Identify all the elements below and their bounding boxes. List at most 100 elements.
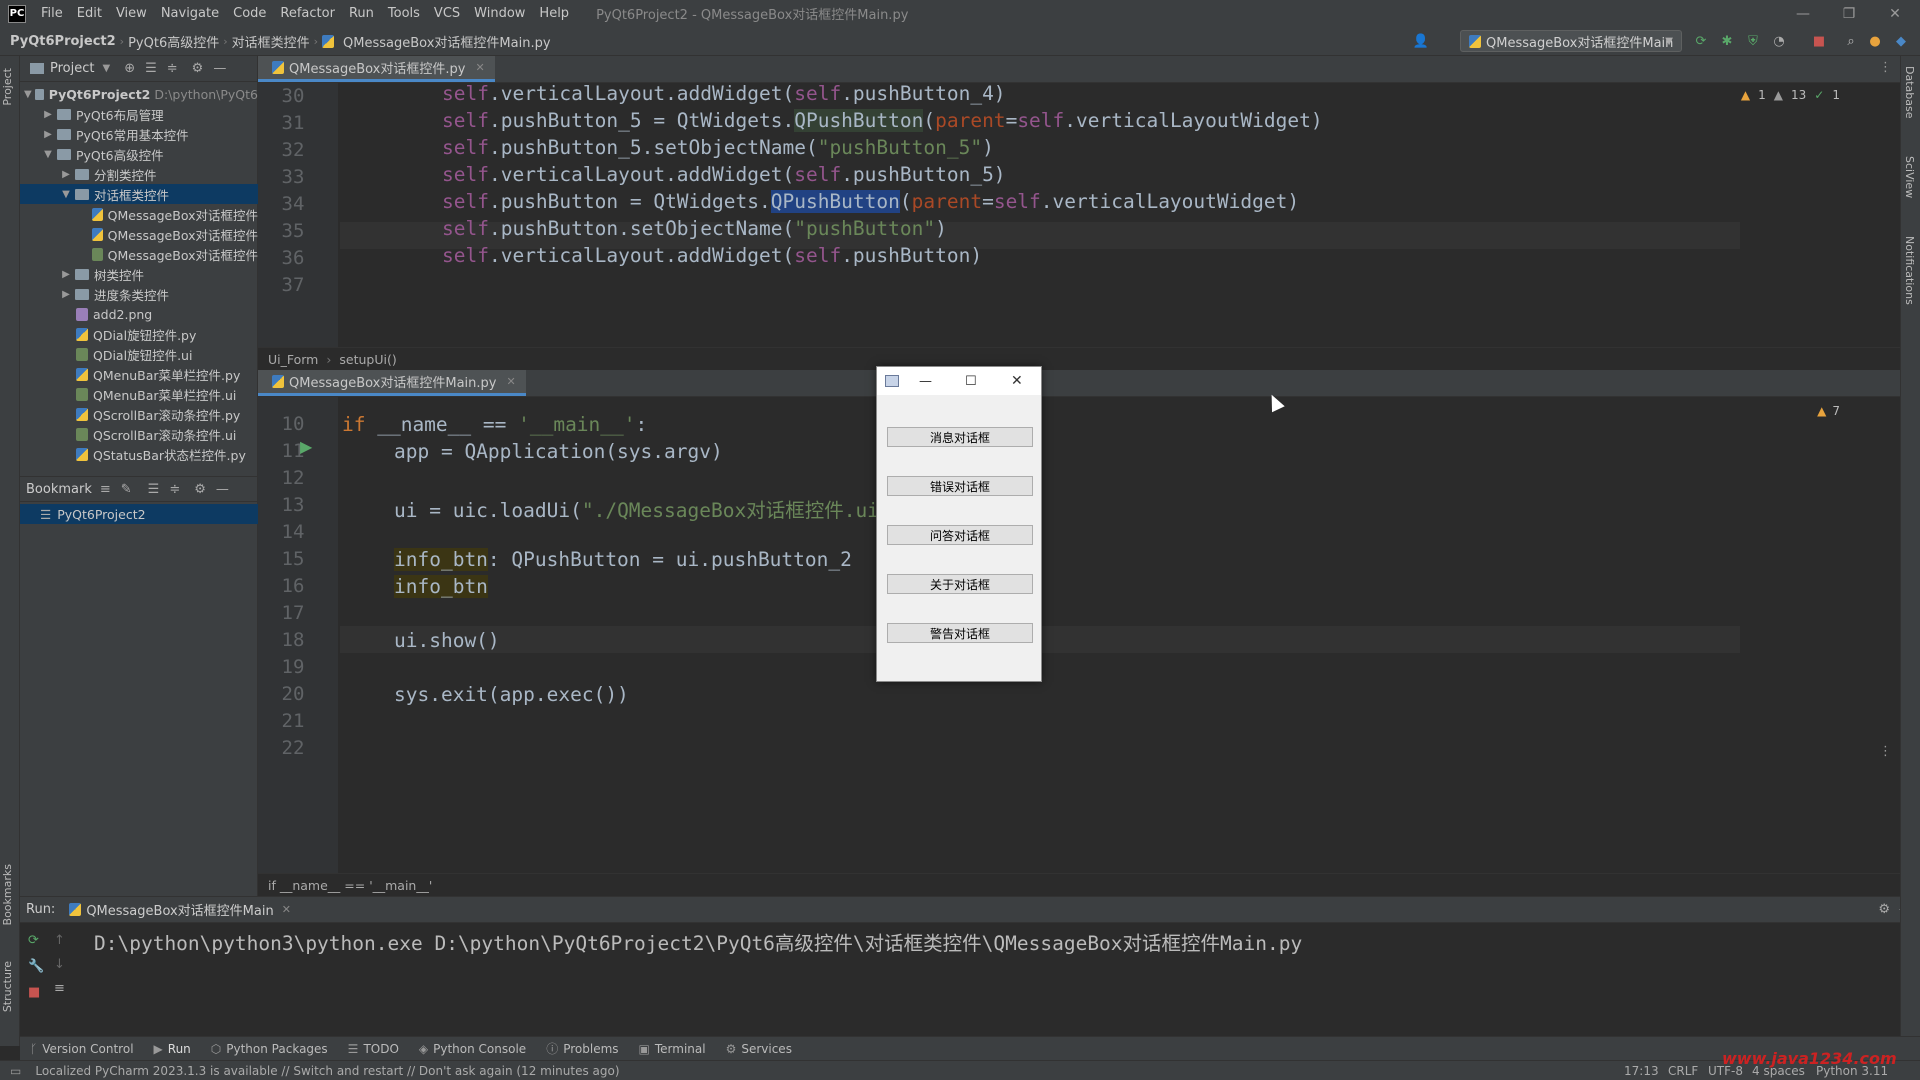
more-icon[interactable]: ⋮ [1879,744,1892,759]
chevron-down-icon[interactable]: ▼ [24,89,32,100]
bookmark-list-item[interactable]: ☰ PyQt6Project2 [20,504,258,524]
tree-item[interactable]: ▶ 进度条类控件 [20,284,258,304]
arrow-down-icon[interactable]: ↓ [54,957,65,972]
tree-item[interactable]: ▶ 分割类控件 [20,164,258,184]
soft-wrap-icon[interactable]: ≡ [54,981,65,996]
locate-icon[interactable]: ⊕ [124,61,135,76]
run-configuration-select[interactable]: QMessageBox对话框控件Main ▼ [1460,30,1682,52]
more-icon[interactable]: ⋮ [1879,60,1892,75]
tree-item[interactable]: add2.png [20,304,258,324]
line-separator[interactable]: CRLF [1668,1064,1698,1078]
update-icon[interactable]: ● [1866,32,1884,50]
tree-item[interactable]: ▼ PyQt6高级控件 [20,144,258,164]
inspection-widget[interactable]: ▲ 7 [1817,404,1840,418]
tree-item[interactable]: QDial旋钮控件.py [20,324,258,344]
error-dialog-button[interactable]: 错误对话框 [887,476,1033,496]
close-icon[interactable]: ✕ [1011,373,1023,389]
coverage-icon[interactable]: ⛨ [1744,32,1762,50]
chevron-down-icon[interactable]: ▼ [102,63,110,74]
run-tab[interactable]: QMessageBox对话框控件Main [86,900,273,919]
profile-icon[interactable]: ◔ [1770,32,1788,50]
breadcrumb-file[interactable]: QMessageBox对话框控件Main.py [339,32,555,51]
minimize-icon[interactable]: — [919,374,932,389]
breadcrumb-condition[interactable]: if __name__ == '__main__' [268,878,432,893]
tree-item[interactable]: QMessageBox对话框控件 [20,224,258,244]
todo-tool[interactable]: ☰ TODO [348,1042,399,1056]
chevron-down-icon[interactable]: ▼ [60,189,72,200]
menu-run[interactable]: Run [342,6,381,21]
chevron-right-icon[interactable]: ▶ [42,109,54,120]
gear-icon[interactable]: ⚙ [1878,902,1890,917]
menu-window[interactable]: Window [467,6,532,21]
minimize-window-icon[interactable]: — [1780,0,1826,27]
tree-item[interactable]: QMenuBar菜单栏控件.ui [20,384,258,404]
chevron-down-icon[interactable]: ▼ [42,149,54,160]
search-icon[interactable]: ⌕ [1842,32,1860,50]
rerun-icon[interactable]: ⟳ [1692,32,1710,50]
chevron-right-icon[interactable]: ▶ [42,129,54,140]
terminal-tool[interactable]: ▣ Terminal [639,1042,706,1056]
chevron-right-icon[interactable]: ▶ [60,289,72,300]
python-console-tool[interactable]: ◈ Python Console [419,1042,526,1056]
breadcrumb-subfolder[interactable]: 对话框类控件 [228,32,314,51]
menu-view[interactable]: View [109,6,154,21]
bookmarks-tool-button[interactable]: Bookmarks [1,864,14,925]
expand-all-icon[interactable]: ☰ [145,61,157,76]
project-tool-button[interactable]: Project [1,68,14,106]
tree-item[interactable]: QScrollBar滚动条控件.py [20,404,258,424]
status-window-icon[interactable]: ▭ [10,1064,21,1078]
breadcrumb-class[interactable]: Ui_Form [268,352,318,367]
stop-icon[interactable]: ■ [1810,32,1828,50]
close-tab-icon[interactable]: ✕ [282,903,291,916]
maximize-window-icon[interactable]: ❐ [1826,0,1872,27]
hide-panel-icon[interactable]: — [213,61,226,76]
debug-icon[interactable]: ✱ [1718,32,1736,50]
tree-item[interactable]: QMessageBox对话框控件 [20,204,258,224]
tree-item[interactable]: QMessageBox对话框控件 [20,244,258,264]
add-bookmark-icon[interactable]: ≡ [100,482,111,497]
menu-file[interactable]: File [34,6,70,21]
run-tool[interactable]: ▶ Run [154,1042,191,1056]
menu-tools[interactable]: Tools [381,6,427,21]
edit-icon[interactable]: ✎ [121,482,132,497]
breadcrumb-folder[interactable]: PyQt6高级控件 [124,32,223,51]
tab-qmessagebox-py[interactable]: QMessageBox对话框控件.py ✕ [258,56,495,82]
tree-item[interactable]: ▶ PyQt6布局管理 [20,104,258,124]
structure-tool-button[interactable]: Structure [1,961,14,1012]
close-tab-icon[interactable]: ✕ [507,375,516,388]
gear-icon[interactable]: ⚙ [192,61,204,76]
collapse-all-icon[interactable]: ≑ [167,61,178,76]
database-tool-button[interactable]: Database [1903,66,1916,119]
tree-item[interactable]: QScrollBar滚动条控件.ui [20,424,258,444]
chevron-right-icon[interactable]: ▶ [60,269,72,280]
ide-logo-icon[interactable]: ◆ [1892,32,1910,50]
message-dialog-button[interactable]: 消息对话框 [887,427,1033,447]
stop-icon[interactable]: ■ [28,985,40,1000]
user-icon[interactable]: 👤 [1412,32,1430,50]
tree-item[interactable]: ▼ 对话框类控件 [20,184,258,204]
rerun-icon[interactable]: ⟳ [28,933,39,948]
menu-edit[interactable]: Edit [70,6,109,21]
menu-navigate[interactable]: Navigate [154,6,226,21]
close-tab-icon[interactable]: ✕ [475,61,484,74]
menu-vcs[interactable]: VCS [427,6,467,21]
tree-item[interactable]: QDial旋钮控件.ui [20,344,258,364]
tree-item[interactable]: QMenuBar菜单栏控件.py [20,364,258,384]
chevron-right-icon[interactable]: ▶ [60,169,72,180]
menu-help[interactable]: Help [532,6,576,21]
expand-all-icon[interactable]: ☰ [148,482,160,497]
breadcrumb-project[interactable]: PyQt6Project2 [0,34,120,49]
close-window-icon[interactable]: ✕ [1872,0,1918,27]
services-tool[interactable]: ⚙ Services [726,1042,792,1056]
version-control-tool[interactable]: ᚴ Version Control [30,1042,134,1056]
collapse-all-icon[interactable]: ≑ [169,482,180,497]
menu-refactor[interactable]: Refactor [273,6,342,21]
tree-item[interactable]: QStatusBar状态栏控件.py [20,444,258,464]
editor-top-code[interactable]: self.verticalLayout.addWidget(self.pushB… [258,82,1818,347]
question-dialog-button[interactable]: 问答对话框 [887,525,1033,545]
tree-item[interactable]: ▶ PyQt6常用基本控件 [20,124,258,144]
caret-position[interactable]: 17:13 [1624,1064,1659,1078]
arrow-up-icon[interactable]: ↑ [54,933,65,948]
menu-code[interactable]: Code [226,6,273,21]
problems-tool[interactable]: ⓘ Problems [546,1040,618,1057]
